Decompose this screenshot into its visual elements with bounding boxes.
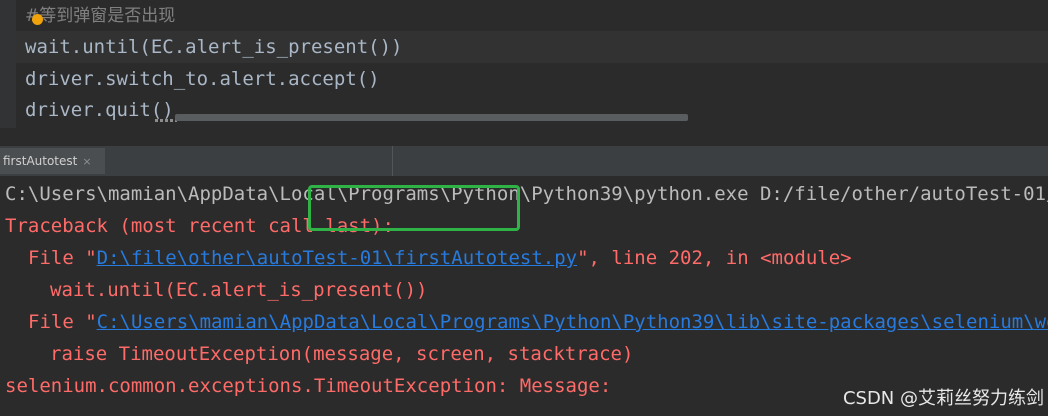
- close-icon[interactable]: ×: [82, 155, 91, 168]
- code-editor[interactable]: #等到弹窗是否出现 wait.until(EC.alert_is_present…: [0, 0, 1048, 128]
- code-comment[interactable]: #等到弹窗是否出现: [25, 0, 175, 32]
- tab-label: firstAutotest: [3, 154, 78, 168]
- console-command-line: C:\Users\mamian\AppData\Local\Programs\P…: [5, 183, 1048, 205]
- exception-highlight-box: [308, 185, 520, 231]
- frame-prefix: File ": [28, 247, 97, 269]
- frame-prefix: File ": [28, 311, 97, 333]
- watermark: CSDN @艾莉丝努力练剑: [842, 388, 1044, 409]
- traceback-code: wait.until(EC.alert_is_present()): [50, 279, 428, 301]
- tab-divider: [392, 146, 393, 176]
- exception-message: Message:: [508, 375, 612, 397]
- code-line[interactable]: wait.until(EC.alert_is_present()): [25, 31, 403, 63]
- code-line[interactable]: driver.quit(): [25, 94, 174, 126]
- warning-squiggle: [155, 119, 177, 122]
- run-console[interactable]: C:\Users\mamian\AppData\Local\Programs\P…: [0, 176, 1048, 416]
- intention-bulb-icon[interactable]: [32, 14, 43, 25]
- tab-first-autotest[interactable]: firstAutotest ×: [0, 148, 105, 174]
- frame-suffix: ", line 202, in <module>: [577, 247, 852, 269]
- file-link[interactable]: C:\Users\mamian\AppData\Local\Programs\P…: [97, 311, 1048, 333]
- exception-name: TimeoutException:: [313, 375, 509, 397]
- horizontal-scrollbar[interactable]: [175, 114, 688, 121]
- file-link[interactable]: D:\file\other\autoTest-01\firstAutotest.…: [97, 247, 577, 269]
- editor-gutter: [0, 0, 16, 128]
- code-line[interactable]: driver.switch_to.alert.accept(): [25, 63, 380, 95]
- exception-line: selenium.common.exceptions.TimeoutExcept…: [5, 370, 611, 402]
- splitter[interactable]: [0, 128, 1048, 146]
- traceback-frame: File "C:\Users\mamian\AppData\Local\Prog…: [28, 306, 1048, 338]
- traceback-code: raise TimeoutException(message, screen, …: [50, 343, 634, 365]
- traceback-frame: File "D:\file\other\autoTest-01\firstAut…: [28, 242, 852, 274]
- exception-module: selenium.common.exceptions.: [5, 375, 314, 397]
